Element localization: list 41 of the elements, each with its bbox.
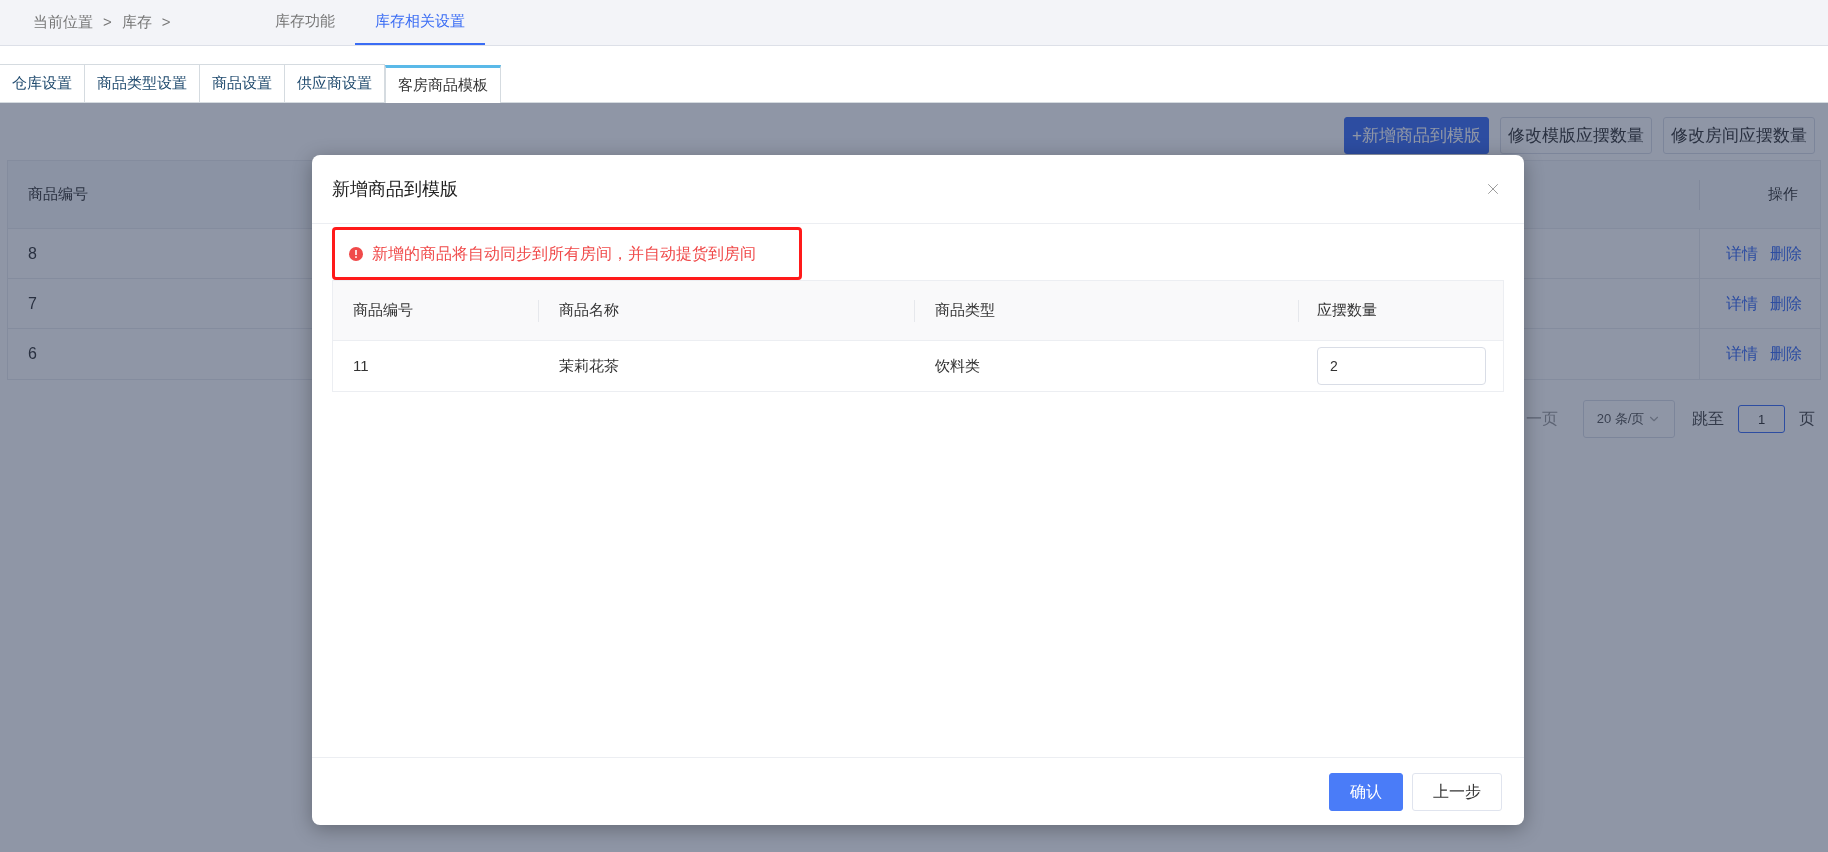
toolbar-button[interactable]: 修改模版应摆数量: [1500, 117, 1652, 154]
warning-text: 新增的商品将自动同步到所有房间，并自动提货到房间: [372, 243, 756, 264]
breadcrumb-text: 当前位置: [33, 12, 93, 33]
column-header: 应摆数量: [1317, 300, 1377, 321]
breadcrumb-text: >: [103, 12, 112, 33]
action-link[interactable]: 详情: [1726, 241, 1758, 266]
page-size-select[interactable]: 20 条/页: [1583, 400, 1675, 438]
action-link[interactable]: 删除: [1770, 291, 1802, 316]
sub-tab[interactable]: 商品类型设置: [85, 64, 200, 102]
table-cell: 饮料类: [935, 356, 980, 374]
action-link[interactable]: 删除: [1770, 342, 1802, 366]
table-cell-text: 6: [27, 344, 37, 364]
toolbar-button[interactable]: 修改房间应摆数量: [1663, 117, 1815, 154]
action-link[interactable]: 详情: [1726, 342, 1758, 366]
sub-tab[interactable]: 商品设置: [200, 64, 285, 102]
sub-tab[interactable]: 仓库设置: [0, 64, 85, 102]
action-link[interactable]: 删除: [1770, 241, 1802, 266]
dialog-button[interactable]: 上一步: [1412, 772, 1502, 811]
column-header: 商品编号: [353, 300, 413, 321]
breadcrumb-text: >: [161, 12, 171, 33]
page-input[interactable]: 1: [1738, 405, 1785, 433]
quantity-input[interactable]: 2: [1317, 347, 1486, 385]
table-cell: 茉莉花茶: [559, 356, 619, 374]
page-suffix: 页: [1799, 409, 1815, 429]
sub-tab[interactable]: 客房商品模板: [385, 65, 501, 103]
alert-icon: [349, 246, 363, 261]
jump-label: 跳至: [1692, 409, 1724, 429]
column-header: 商品编号: [27, 184, 89, 205]
column-header: 商品类型: [935, 300, 995, 321]
dialog-title: 新增商品到模版: [332, 177, 458, 201]
dialog-button[interactable]: 确认: [1329, 772, 1403, 811]
column-header: 商品名称: [559, 300, 619, 321]
top-tab[interactable]: 库存功能: [255, 0, 355, 45]
table-cell: 11: [353, 356, 369, 374]
column-header: 操作: [1768, 184, 1798, 205]
action-link[interactable]: 详情: [1726, 291, 1758, 316]
table-cell-text: 7: [27, 293, 37, 314]
table-cell-text: 8: [27, 243, 37, 264]
toolbar-button[interactable]: +新增商品到模版: [1344, 117, 1489, 154]
breadcrumb-text: 库存: [121, 12, 152, 33]
top-tab[interactable]: 库存相关设置: [355, 0, 485, 45]
